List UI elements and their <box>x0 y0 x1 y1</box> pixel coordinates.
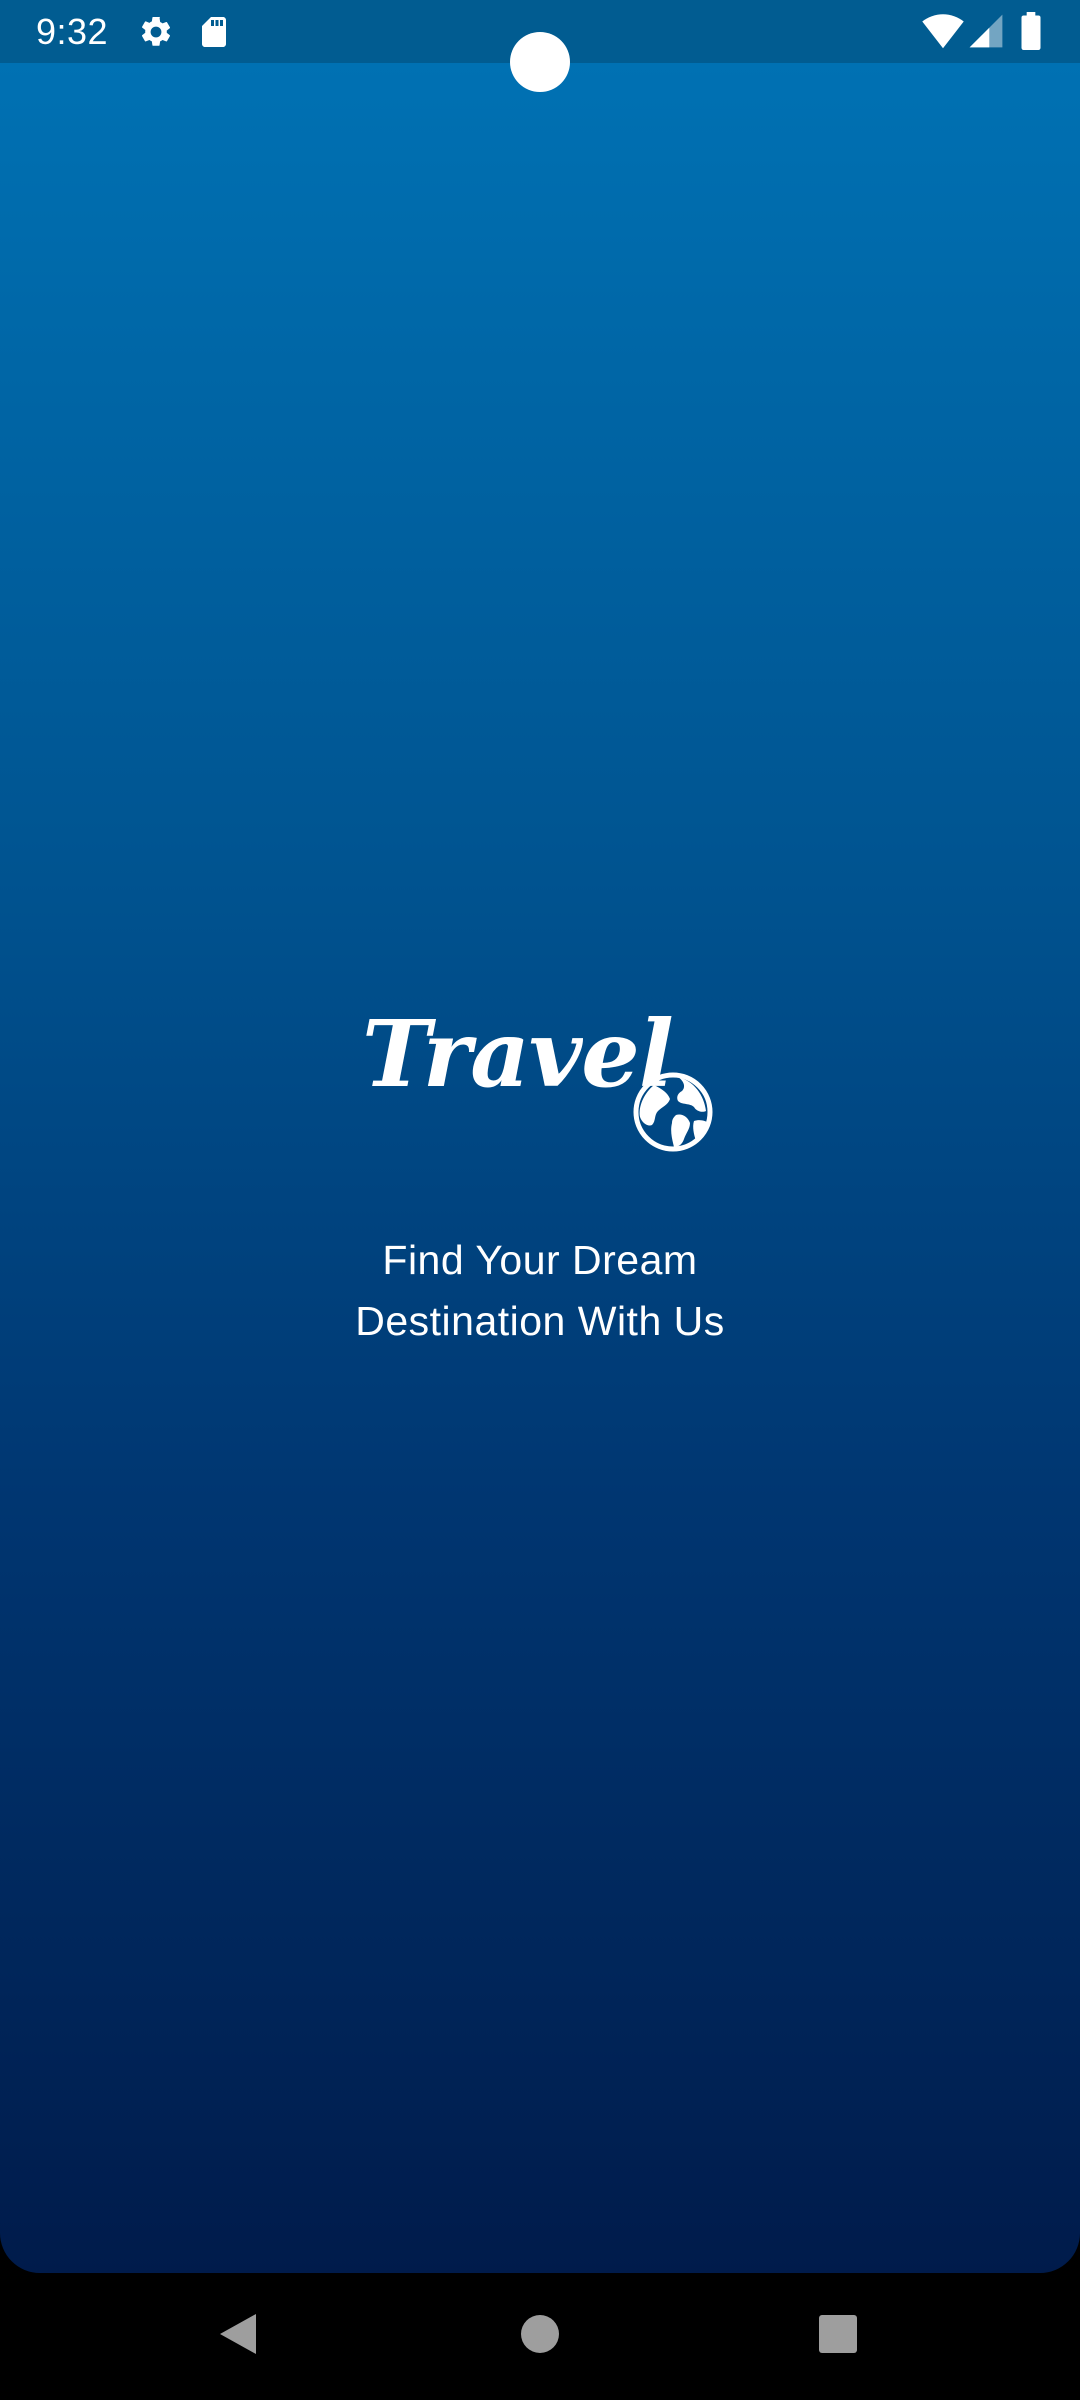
home-icon <box>520 2314 560 2359</box>
wifi-icon <box>922 12 964 55</box>
tagline-line-2: Destination With Us <box>355 1298 725 1344</box>
back-button[interactable] <box>168 2273 308 2400</box>
app-logo: Travel <box>0 999 1080 1152</box>
home-button[interactable] <box>470 2273 610 2400</box>
gear-icon <box>138 14 174 55</box>
tagline-line-1: Find Your Dream <box>382 1237 698 1283</box>
back-icon <box>218 2312 258 2361</box>
splash-background: Travel Find Your Dream Destination With … <box>0 63 1080 2273</box>
camera-cutout <box>510 32 570 92</box>
cellular-signal-icon <box>968 12 1004 55</box>
globe-icon <box>632 1071 714 1153</box>
recents-icon <box>818 2314 858 2359</box>
navigation-bar <box>0 2273 1080 2400</box>
battery-icon <box>1020 12 1042 55</box>
status-time: 9:32 <box>36 11 109 52</box>
sd-card-icon <box>196 14 232 55</box>
logo-text: Travel <box>362 1000 674 1108</box>
phone-screen: 9:32 Travel Find Your Dream Destination … <box>0 0 1080 2400</box>
recents-button[interactable] <box>768 2273 908 2400</box>
